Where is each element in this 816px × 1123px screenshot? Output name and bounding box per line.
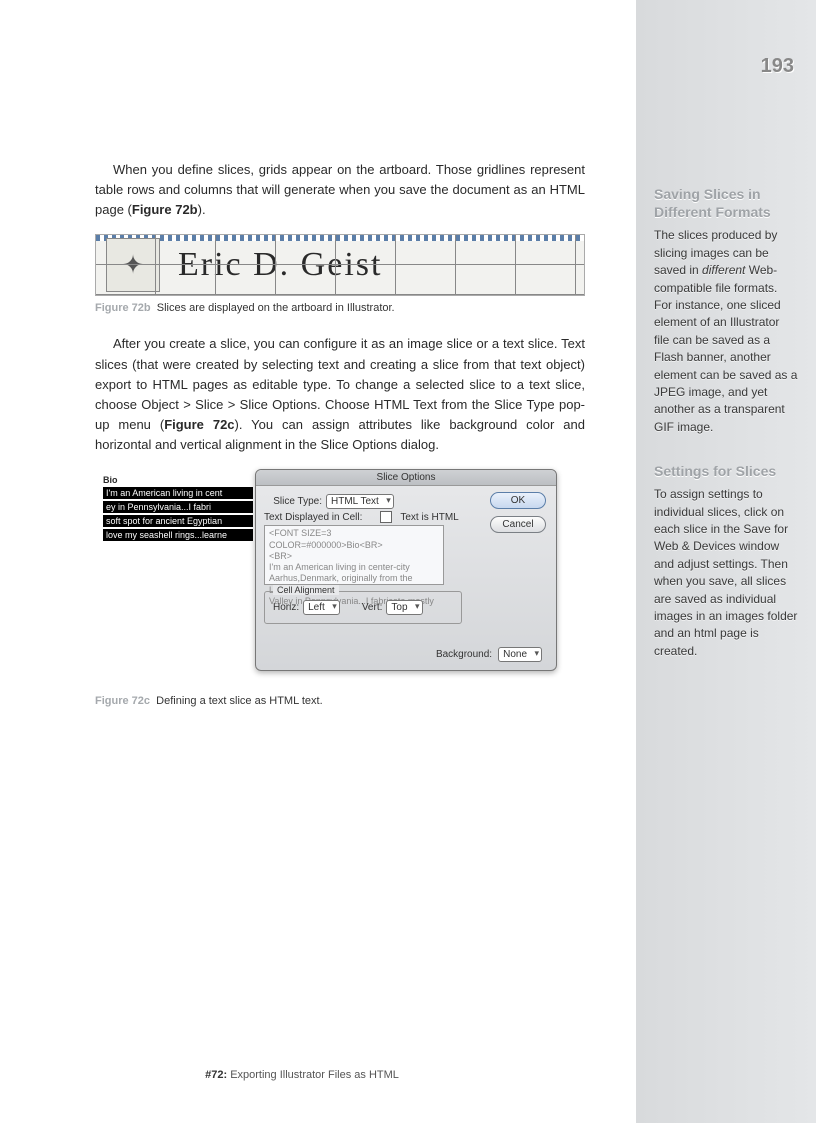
figure-72b: Eric D. Geist xyxy=(95,234,585,296)
figure-72c: Bio I'm an American living in cent ey in… xyxy=(95,469,585,689)
sidebar-block-2: Settings for Slices To assign settings t… xyxy=(654,462,798,660)
slice-type-label: Slice Type: xyxy=(264,496,322,507)
slice-type-select[interactable]: HTML Text xyxy=(326,494,394,509)
crest-graphic xyxy=(106,238,160,292)
page-footer: #72: Exporting Illustrator Files as HTML xyxy=(0,1069,604,1081)
vert-label: Vert: xyxy=(362,602,383,613)
background-select[interactable]: None xyxy=(498,647,542,662)
figure-72b-caption: Figure 72b Slices are displayed on the a… xyxy=(95,302,585,314)
cancel-button[interactable]: Cancel xyxy=(490,516,546,533)
ok-button[interactable]: OK xyxy=(490,492,546,509)
horiz-select[interactable]: Left xyxy=(303,600,340,615)
text-is-html-label: Text is HTML xyxy=(400,512,458,523)
paragraph-1: When you define slices, grids appear on … xyxy=(95,160,585,220)
html-text-area[interactable]: <FONT SIZE=3 COLOR=#000000>Bio<BR> <BR> … xyxy=(264,525,444,585)
sidebar-body-1: The slices produced by slicing images ca… xyxy=(654,227,798,436)
background-label: Background: xyxy=(436,649,492,660)
sidebar-block-1: Saving Slices in Different Formats The s… xyxy=(654,185,798,436)
text-is-html-checkbox[interactable] xyxy=(380,511,392,523)
cell-alignment-group: Cell Alignment Horiz: Left Vert: Top xyxy=(264,591,462,624)
dialog-title: Slice Options xyxy=(256,470,556,486)
slice-options-dialog: Slice Options Slice Type: HTML Text Text… xyxy=(255,469,557,671)
page-number: 193 xyxy=(761,55,794,78)
sidebar-body-2: To assign settings to individual slices,… xyxy=(654,486,798,660)
slice-ticks xyxy=(96,235,584,241)
background-row: Background: None xyxy=(436,647,542,662)
sidebar-heading-1: Saving Slices in Different Formats xyxy=(654,185,798,221)
figure-72c-caption: Figure 72c Defining a text slice as HTML… xyxy=(95,695,585,707)
sidebar-heading-2: Settings for Slices xyxy=(654,462,798,480)
text-displayed-label: Text Displayed in Cell: xyxy=(264,512,362,523)
horiz-label: Horiz: xyxy=(273,602,299,613)
bio-text-preview: Bio I'm an American living in cent ey in… xyxy=(103,475,253,541)
vert-select[interactable]: Top xyxy=(386,600,422,615)
paragraph-2: After you create a slice, you can config… xyxy=(95,334,585,455)
sidebar: 193 Saving Slices in Different Formats T… xyxy=(636,0,816,1123)
main-column: When you define slices, grids appear on … xyxy=(95,160,585,727)
cell-alignment-legend: Cell Alignment xyxy=(273,585,339,595)
figure-72b-name: Eric D. Geist xyxy=(178,246,382,284)
